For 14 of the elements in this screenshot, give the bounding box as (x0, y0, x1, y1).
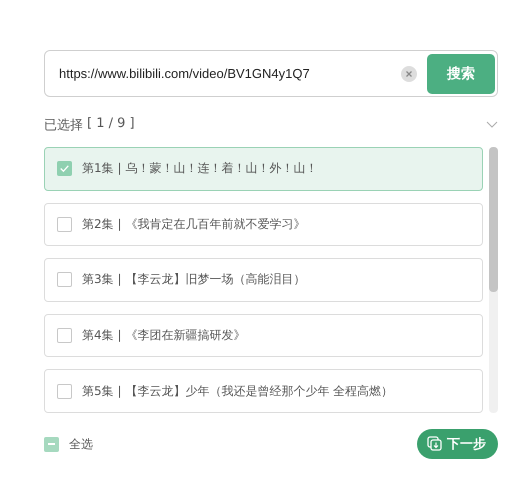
episode-title: 第4集 | 《李团在新疆搞研发》 (82, 327, 246, 344)
episode-title: 第1集 | 乌！蒙！山！连！着！山！外！山！ (82, 160, 318, 178)
selected-label: 已选择 (44, 117, 83, 134)
episode-item[interactable]: 第4集 | 《李团在新疆搞研发》 (44, 314, 483, 358)
episode-item[interactable]: 第2集 | 《我肯定在几百年前就不爱学习》 (44, 202, 483, 246)
episode-title: 第5集 | 【李云龙】少年（我还是曾经那个少年 全程高燃） (82, 382, 394, 400)
episode-title: 第2集 | 《我肯定在几百年前就不爱学习》 (82, 216, 306, 233)
episode-item[interactable]: 第3集 | 【李云龙】旧梦一场（高能泪目） (44, 258, 483, 302)
search-field[interactable]: https://www.bilibili.com/video/BV1GN4y1Q7 搜索 (44, 50, 498, 97)
episode-title: 第3集 | 【李云龙】旧梦一场（高能泪目） (82, 271, 306, 288)
episode-item[interactable]: 第1集 | 乌！蒙！山！连！着！山！外！山！ (44, 147, 483, 191)
episode-item[interactable]: 第5集 | 【李云龙】少年（我还是曾经那个少年 全程高燃） (44, 369, 483, 413)
selected-count: [ 1 / 9 ] (87, 116, 135, 133)
select-all-label: 全选 (69, 436, 93, 452)
